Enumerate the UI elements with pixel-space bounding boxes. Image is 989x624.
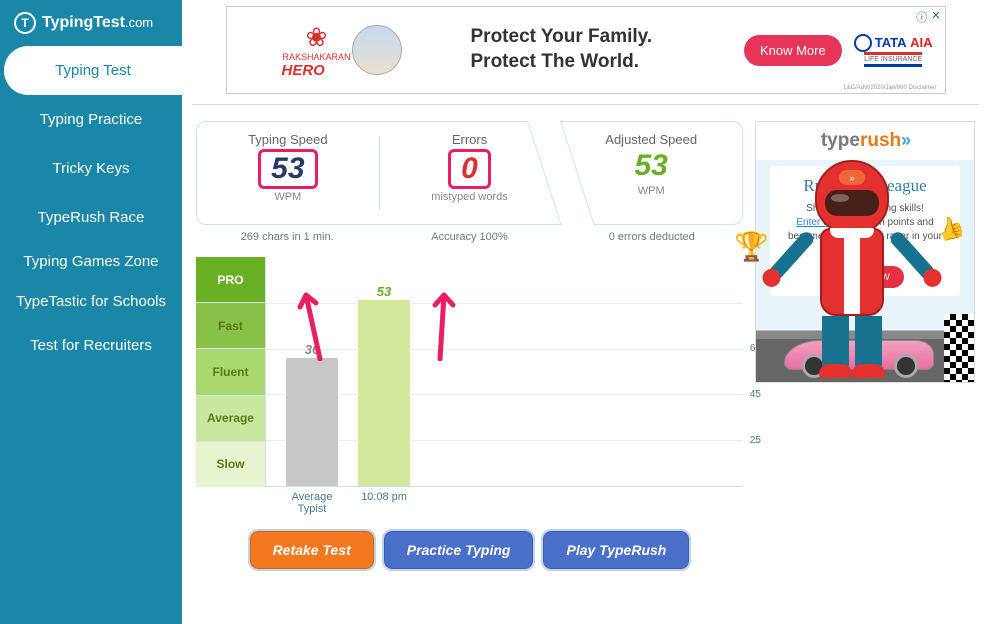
nav: Typing Test Typing Practice Tricky Keys … xyxy=(0,46,182,370)
main: ⓘ ✕ ❀ RAKSHAKARAN HERO Protect Your Fami… xyxy=(182,0,989,624)
typerush-logo: typerush» xyxy=(756,122,974,160)
card-adjusted-speed: Adjusted Speed 53 WPM xyxy=(560,122,742,224)
level-fast: Fast xyxy=(196,303,265,349)
logo[interactable]: T TypingTest.com xyxy=(0,0,182,46)
ad-tata-logo: TATA AIA LIFE INSURANCE xyxy=(854,34,933,67)
annotation-arrow-errors xyxy=(426,281,462,361)
deducted-text: 0 errors deducted xyxy=(561,225,743,245)
speed-chart: PRO Fast Fluent Average Slow 65 45 25 36… xyxy=(196,257,743,487)
hero-hands-icon: ❀ xyxy=(282,22,352,53)
card-errors: Errors 0 mistyped words xyxy=(379,122,561,224)
nav-tricky-keys[interactable]: Tricky Keys xyxy=(0,144,182,193)
checkered-flag-icon xyxy=(944,314,974,382)
logo-text: TypingTest.com xyxy=(42,14,153,32)
card-title: Typing Speed xyxy=(201,132,375,147)
result-cards: Typing Speed 53 WPM Errors 0 mistyped wo… xyxy=(196,121,743,225)
adjusted-speed-value: 53 xyxy=(624,149,677,183)
logo-icon: T xyxy=(14,12,36,34)
ad-info-icon[interactable]: ⓘ xyxy=(916,9,927,25)
nav-typing-practice[interactable]: Typing Practice xyxy=(0,95,182,144)
bar-average-typist: 36 xyxy=(286,358,338,486)
chars-text: 269 chars in 1 min. xyxy=(196,225,378,245)
play-typerush-button[interactable]: Play TypeRush xyxy=(543,531,689,569)
trophy-icon: 🏆 xyxy=(734,230,764,263)
nav-typerush-race[interactable]: TypeRush Race xyxy=(0,193,182,242)
divider xyxy=(192,104,979,105)
chart-levels: PRO Fast Fluent Average Slow xyxy=(196,257,266,487)
card-typing-speed: Typing Speed 53 WPM xyxy=(197,122,379,224)
bar-your-score: 53 xyxy=(358,300,410,486)
practice-typing-button[interactable]: Practice Typing xyxy=(384,531,534,569)
level-slow: Slow xyxy=(196,442,265,487)
card-sub: WPM xyxy=(564,185,738,197)
y-tick-25: 25 xyxy=(750,435,761,446)
ad-brand-big: HERO xyxy=(282,62,352,79)
ad-know-more-button[interactable]: Know More xyxy=(744,35,842,66)
bar-you-label: 53 xyxy=(358,284,410,299)
x-label-time: 10:08 pm xyxy=(358,491,410,515)
level-average: Average xyxy=(196,396,265,442)
typing-speed-value: 53 xyxy=(258,149,317,189)
results-panel: Typing Speed 53 WPM Errors 0 mistyped wo… xyxy=(196,121,743,569)
sidebar: T TypingTest.com Typing Test Typing Prac… xyxy=(0,0,182,624)
chart-x-labels: Average Typist 10:08 pm xyxy=(266,487,743,515)
card-title: Adjusted Speed xyxy=(564,132,738,147)
nav-typing-test[interactable]: Typing Test xyxy=(4,46,182,95)
x-label-avg: Average Typist xyxy=(286,491,338,515)
cards-sub-row: 269 chars in 1 min. Accuracy 100% 0 erro… xyxy=(196,225,743,245)
nav-typetastic-schools[interactable]: TypeTastic for Schools xyxy=(0,282,182,322)
helmet-icon: » xyxy=(815,160,889,234)
ad-headline: Protect Your Family. Protect The World. xyxy=(457,25,744,74)
top-banner-ad[interactable]: ⓘ ✕ ❀ RAKSHAKARAN HERO Protect Your Fami… xyxy=(226,6,946,94)
action-buttons: Retake Test Practice Typing Play TypeRus… xyxy=(196,531,743,569)
chevrons-icon: » xyxy=(901,130,909,150)
card-sub: WPM xyxy=(201,191,375,203)
card-sub: mistyped words xyxy=(383,191,557,203)
accuracy-text: Accuracy 100% xyxy=(378,225,560,245)
chart-bars-area: 65 45 25 36 53 xyxy=(266,257,743,487)
helmet-badge-icon: » xyxy=(839,170,865,185)
nav-typing-games-zone[interactable]: Typing Games Zone xyxy=(0,242,182,282)
y-tick-45: 45 xyxy=(750,389,761,400)
ad-brand: ❀ RAKSHAKARAN HERO xyxy=(227,22,457,79)
ad-brand-small: RAKSHAKARAN xyxy=(282,53,352,62)
card-title: Errors xyxy=(383,132,557,147)
tata-circle-icon xyxy=(854,34,872,52)
ad-disclaimer: L&C/Advt/2020/Jan/060 Disclaimer xyxy=(843,85,936,91)
ad-close-icon[interactable]: ✕ xyxy=(931,9,940,25)
level-fluent: Fluent xyxy=(196,349,265,395)
racer-mascot: » 🏆 👍 xyxy=(782,160,922,372)
retake-test-button[interactable]: Retake Test xyxy=(250,531,374,569)
annotation-arrow-speed xyxy=(296,281,332,361)
nav-test-recruiters[interactable]: Test for Recruiters xyxy=(0,321,182,370)
ad-family-image xyxy=(352,25,402,75)
errors-value: 0 xyxy=(448,149,491,189)
level-pro: PRO xyxy=(196,257,265,303)
